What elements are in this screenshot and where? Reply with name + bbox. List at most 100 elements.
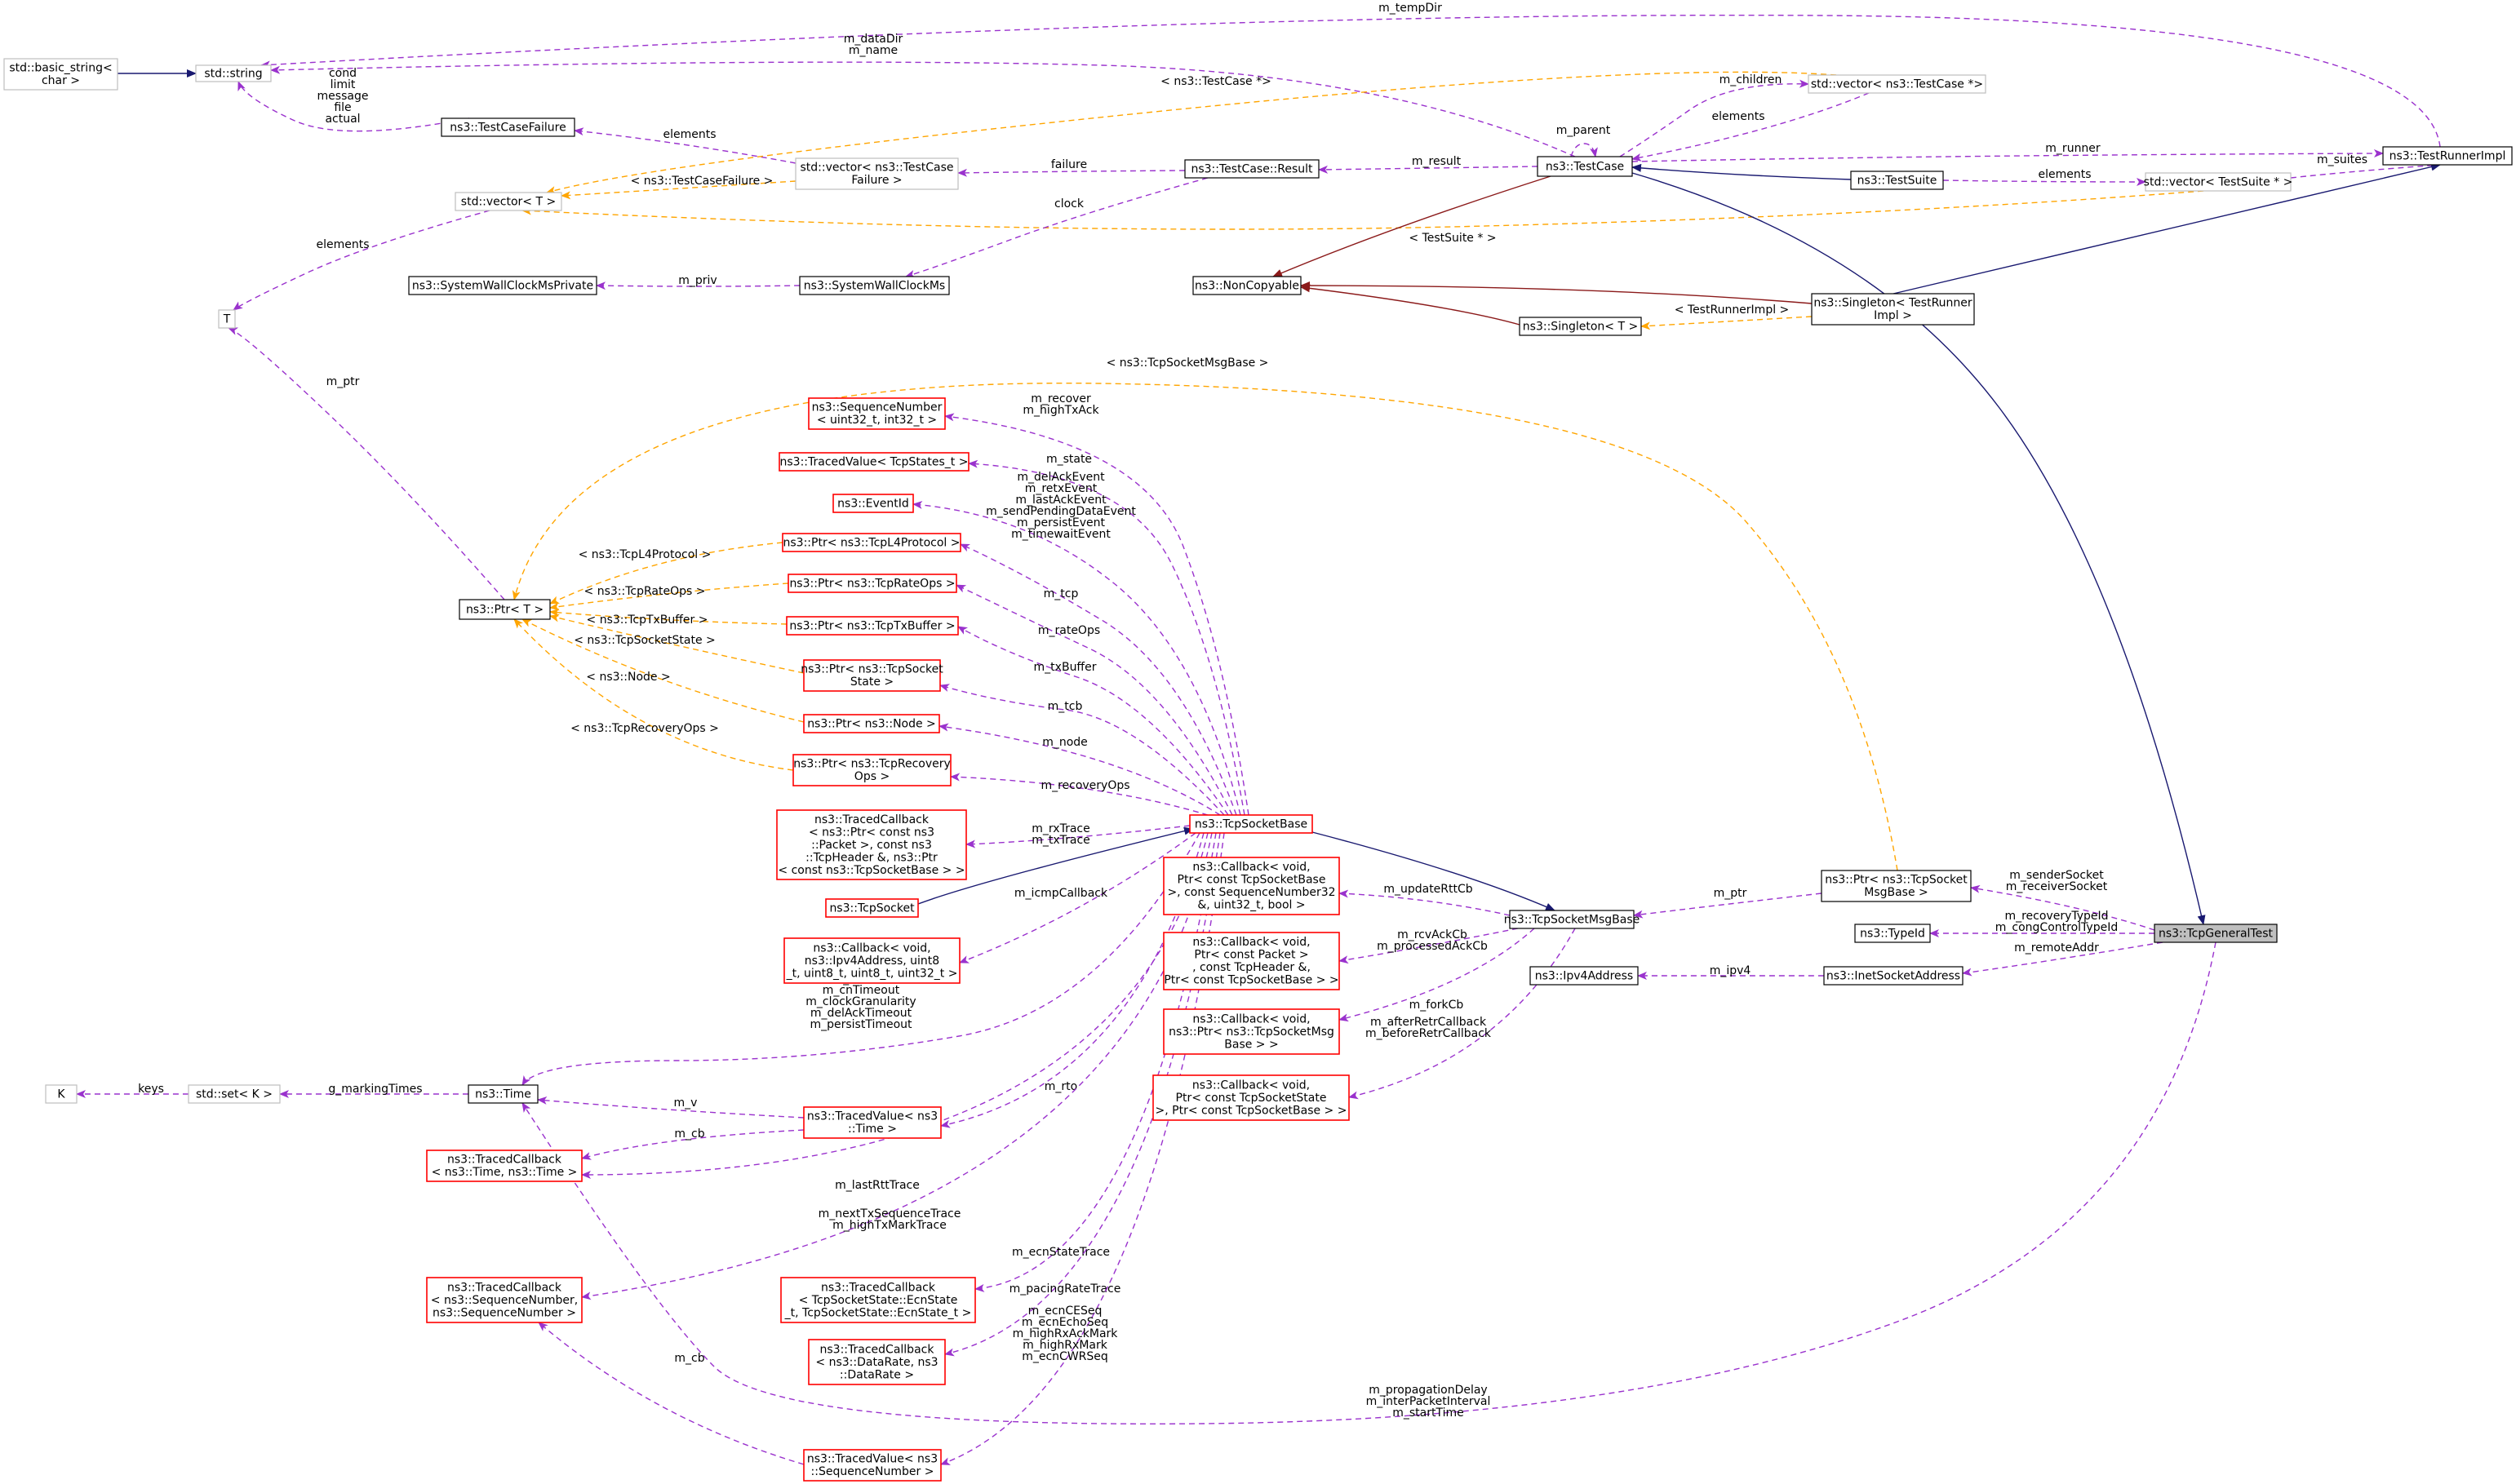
class-node-noncopyable[interactable]: ns3::NonCopyable [1192,276,1302,295]
edge-line [912,500,1241,816]
class-node-ptr-rateops[interactable]: ns3::Ptr< ns3::TcpRateOps > [788,574,957,593]
class-name-line: < ns3::SequenceNumber, [431,1294,578,1307]
class-node-tcresult[interactable]: ns3::TestCase::Result [1184,159,1320,179]
class-node-testcasefailure[interactable]: ns3::TestCaseFailure [441,117,575,137]
class-node-ptr-t[interactable]: ns3::Ptr< T > [459,599,551,620]
class-node-basic-string[interactable]: std::basic_string<char > [3,58,118,91]
edge-line [537,1096,805,1119]
class-node-eventid[interactable]: ns3::EventId [832,494,914,513]
edge-usage-vector-tc-to-testcase: elements [1631,92,1870,162]
class-node-typeid[interactable]: ns3::TypeId [1854,924,1931,943]
class-node-string[interactable]: std::string [195,64,272,82]
class-node-swcm[interactable]: ns3::SystemWallClockMs [799,276,950,295]
edge-line [1631,92,1870,162]
class-node-testcase[interactable]: ns3::TestCase [1537,156,1633,177]
class-node-cb-icmp[interactable]: ns3::Callback< void,ns3::Ipv4Address, ui… [783,937,961,984]
class-name-line: ::DataRate > [840,1368,914,1381]
class-node-testrunnerimpl[interactable]: ns3::TestRunnerImpl [2382,146,2513,166]
class-name-line: ns3::SystemWallClockMs [804,279,945,292]
class-node-inetsocketaddress[interactable]: ns3::InetSocketAddress [1823,966,1964,986]
edge-line [270,61,1576,157]
class-node-ptr-txbuf[interactable]: ns3::Ptr< ns3::TcpTxBuffer > [786,616,959,636]
class-name-line: < TcpSocketState::EcnState [799,1294,958,1307]
class-node-testsuite[interactable]: ns3::TestSuite [1850,171,1944,190]
edge-usage-T-to-vector-t: elements [233,210,490,311]
class-node-tcpgeneraltest[interactable]: ns3::TcpGeneralTest [2154,924,2278,943]
edge-label: m_pacingRateTrace [1010,1282,1121,1296]
class-name-line: < ns3::Ptr< const ns3 [809,826,934,839]
class-node-ptr-l4[interactable]: ns3::Ptr< ns3::TcpL4Protocol > [782,533,961,552]
edge-label: m_v [674,1096,698,1110]
class-name-line: ns3::TestCase::Result [1191,162,1313,175]
class-node-ptr-recovery[interactable]: ns3::Ptr< ns3::TcpRecoveryOps > [792,754,952,786]
edge-line [521,190,2204,230]
class-node-tv-time[interactable]: ns3::TracedValue< ns3::Time > [803,1106,942,1139]
class-name-line: ns3::TestCase [1546,160,1624,173]
edge-line [521,941,2216,1424]
class-node-ptr-sockstate[interactable]: ns3::Ptr< ns3::TcpSocketState > [801,659,943,692]
edge-label: < ns3::TestCase *> [1160,75,1271,88]
edge-label: elements [316,238,369,251]
class-name-line: ns3::EventId [837,497,909,510]
class-node-ptr-msgbase[interactable]: ns3::Ptr< ns3::TcpSocketMsgBase > [1821,870,1972,902]
edge-label: < ns3::TestCaseFailure > [631,175,774,188]
class-node-time[interactable]: ns3::Time [468,1084,539,1104]
edge-usage-time-to-tv-time: m_v [537,1096,805,1119]
class-node-cb-state[interactable]: ns3::Callback< void,Ptr< const TcpSocket… [1152,1074,1350,1121]
class-node-cb-update[interactable]: ns3::Callback< void,Ptr< const TcpSocket… [1163,857,1340,915]
class-node-singleton-tri[interactable]: ns3::Singleton< TestRunnerImpl > [1811,293,1975,326]
class-name-line: ns3::Callback< void, [1192,861,1310,874]
class-name-line: Ptr< const TcpSocketBase > > [1164,974,1338,987]
edge-line [233,210,490,311]
edges-layer: m_tempDir m_dataDirm_namecondlimitmessage… [76,2,2441,1465]
class-node-tc-packet[interactable]: ns3::TracedCallback< ns3::Ptr< const ns3… [776,809,967,880]
class-node-ptr-node[interactable]: ns3::Ptr< ns3::Node > [803,714,940,733]
class-node-vector-t[interactable]: std::vector< T > [455,192,562,211]
edge-usage-tc-packet-to-tcpsocketbase: m_rxTracem_txTrace [965,822,1191,848]
class-name-line: ns3::InetSocketAddress [1826,969,1960,982]
class-node-vector-tc[interactable]: std::vector< ns3::TestCase *> [1808,74,1986,94]
class-node-singleton[interactable]: ns3::Singleton< T > [1519,317,1642,336]
edge-label: m_updateRttCb [1383,883,1472,896]
edge-label: m_cb [674,1352,704,1365]
class-node-seqnum[interactable]: ns3::SequenceNumber< uint32_t, int32_t > [808,397,946,430]
class-node-tcpsocketmsgbase[interactable]: ns3::TcpSocketMsgBase [1504,910,1640,929]
class-node-cb-fork[interactable]: ns3::Callback< void,ns3::Ptr< ns3::TcpSo… [1163,1008,1340,1055]
class-name-line: ns3::TracedCallback [814,813,930,826]
class-node-tc-seq[interactable]: ns3::TracedCallback< ns3::SequenceNumber… [426,1277,583,1323]
class-node-vector-ts[interactable]: std::vector< TestSuite * > [2144,172,2293,192]
class-name-line: std::string [204,67,262,80]
class-name-line: ns3::Callback< void, [1192,1079,1310,1092]
edge-usage-ptr-sockstate-to-tcpsocketbase: m_tcb [939,684,1225,816]
class-node-ipv4address[interactable]: ns3::Ipv4Address [1529,966,1639,986]
class-name-line: ns3::Singleton< T > [1523,320,1638,333]
class-node-K[interactable]: K [45,1084,78,1104]
class-node-tcpsocketbase[interactable]: ns3::TcpSocketBase [1189,814,1313,834]
edge-usage-ptr-recovery-to-tcpsocketbase: m_recoveryOps [950,773,1209,816]
class-node-tc-time[interactable]: ns3::TracedCallback< ns3::Time, ns3::Tim… [426,1150,583,1182]
edge-label: m_node [1042,736,1088,749]
class-node-T[interactable]: T [218,309,236,329]
edge-label: m_result [1412,155,1462,168]
class-node-tv-states[interactable]: ns3::TracedValue< TcpStates_t > [779,452,970,472]
edge-line [905,177,1209,278]
nodes-layer: std::basic_string<char > std::stringns3::… [3,58,2513,1482]
class-node-tv-seq[interactable]: ns3::TracedValue< ns3::SequenceNumber > [803,1449,942,1482]
class-node-tcpsocket[interactable]: ns3::TcpSocket [825,898,919,918]
edge-inherit-tcpsocketbase-to-tcpsocketmsgbase [1311,831,1555,911]
edge-template-singleton-to-singleton-tri: < TestRunnerImpl > [1640,303,1813,330]
edge-template-ptr-t-to-ptr-txbuf: < ns3::TcpTxBuffer > [549,608,788,627]
class-node-set-k[interactable]: std::set< K > [188,1084,281,1104]
edge-usage-tcresult-to-testcase: m_result [1318,155,1538,174]
class-name-line: < ns3::DataRate, ns3 [815,1356,938,1369]
class-node-cb-rcvack[interactable]: ns3::Callback< void,Ptr< const Packet >,… [1163,932,1340,990]
edge-inherit-testcase-to-tcpgeneraltest [1631,172,2206,925]
class-name-line: ns3::TcpGeneralTest [2159,927,2274,940]
class-node-vector-tcf[interactable]: std::vector< ns3::TestCaseFailure > [795,157,959,190]
class-node-tc-ecn[interactable]: ns3::TracedCallback< TcpSocketState::Ecn… [780,1277,976,1323]
class-node-swcmp[interactable]: ns3::SystemWallClockMsPrivate [408,276,597,295]
class-node-tc-datarate[interactable]: ns3::TracedCallback< ns3::DataRate, ns3:… [808,1339,946,1385]
edge-line [1570,143,1598,157]
class-name-line: ns3::SequenceNumber [812,401,943,414]
class-name-line: ::SequenceNumber > [811,1465,934,1478]
